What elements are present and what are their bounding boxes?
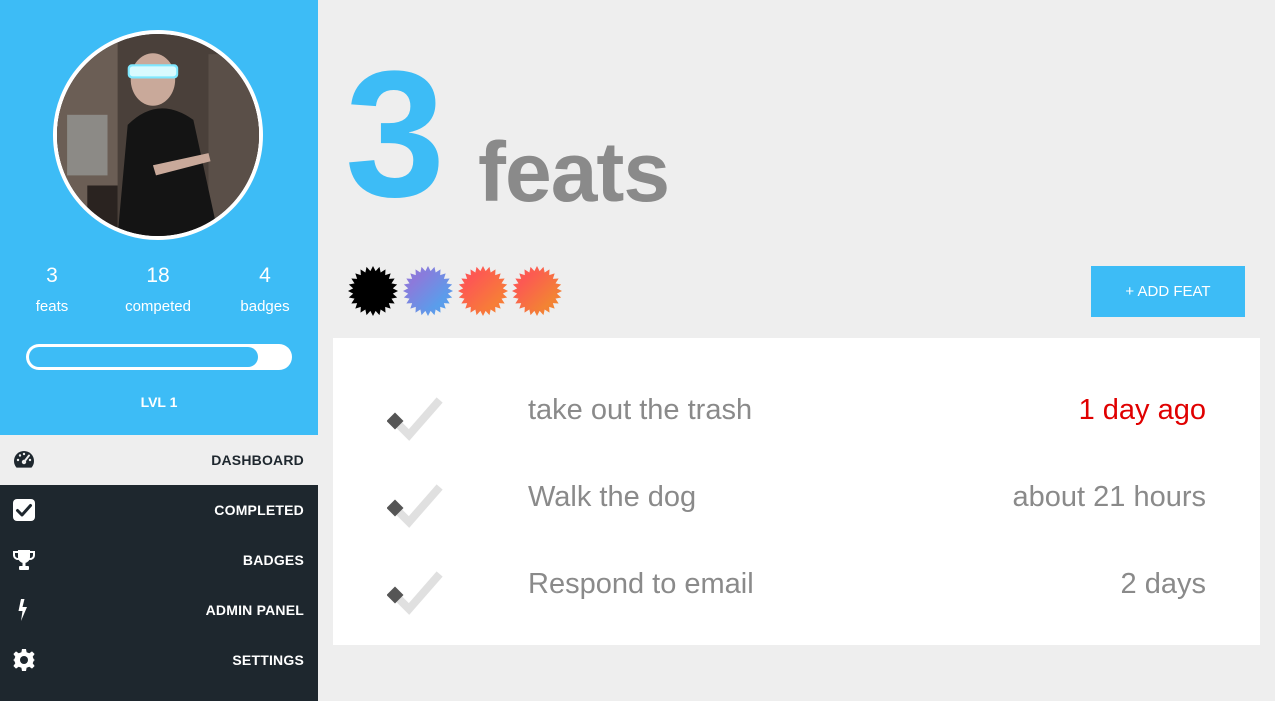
list-item: Walk the dog about 21 hours	[333, 454, 1260, 541]
nav-item-badges[interactable]: BADGES	[0, 535, 318, 585]
stat-value: 4	[259, 264, 271, 287]
list-item: take out the trash 1 day ago	[333, 367, 1260, 454]
stat-value: 3	[46, 264, 58, 287]
stat-label: feats	[35, 298, 69, 315]
badge-red-orange-icon[interactable]	[457, 265, 509, 317]
add-feat-button[interactable]: + ADD FEAT	[1091, 266, 1245, 317]
stat-competed: 18 competed	[103, 262, 213, 315]
nav-label: COMPLETED	[214, 502, 304, 518]
stat-badges: 4 badges	[210, 262, 320, 315]
profile-stats: 3 feats 18 competed 4 badges	[0, 262, 318, 332]
feat-time: about 21 hours	[1012, 481, 1206, 513]
checkbox-icon	[13, 499, 35, 521]
nav-item-dashboard[interactable]: DASHBOARD	[0, 435, 318, 485]
level-progress-fill	[29, 347, 258, 367]
badge-purple-blue-icon[interactable]	[402, 265, 454, 317]
gear-icon	[13, 649, 35, 671]
level-progress-bar	[26, 344, 292, 370]
trophy-icon	[12, 550, 36, 570]
feat-list: take out the trash 1 day ago Walk the do…	[333, 338, 1260, 645]
nav-label: ADMIN PANEL	[205, 602, 304, 618]
level-label: LVL 1	[140, 394, 178, 410]
sidebar-nav: DASHBOARD COMPLETED BADGES ADMIN PANEL S…	[0, 435, 318, 685]
checkmark-icon[interactable]	[387, 395, 443, 441]
feat-time: 2 days	[1120, 568, 1206, 600]
checkmark-icon[interactable]	[387, 569, 443, 615]
nav-item-completed[interactable]: COMPLETED	[0, 485, 318, 535]
avatar-photo	[57, 34, 259, 236]
badge-black-icon[interactable]	[347, 265, 399, 317]
nav-label: DASHBOARD	[211, 452, 304, 468]
dashboard-icon	[14, 451, 34, 468]
feat-time: 1 day ago	[1078, 394, 1206, 426]
stat-feats: 3 feats	[0, 262, 107, 315]
feat-title[interactable]: take out the trash	[528, 367, 752, 454]
checkmark-icon[interactable]	[387, 482, 443, 528]
bolt-icon	[18, 599, 27, 621]
nav-label: BADGES	[242, 552, 304, 568]
feat-count-word: feats	[478, 125, 670, 219]
nav-label: SETTINGS	[232, 652, 304, 668]
stat-value: 18	[146, 264, 170, 287]
stat-label: competed	[125, 298, 191, 315]
avatar[interactable]	[53, 30, 263, 240]
sidebar: 3 feats 18 competed 4 badges LVL 1 DASHB…	[0, 0, 318, 701]
feat-count: 3	[345, 34, 445, 235]
stat-label: badges	[240, 298, 290, 315]
feat-title[interactable]: Respond to email	[528, 541, 754, 628]
nav-item-admin-panel[interactable]: ADMIN PANEL	[0, 585, 318, 635]
profile-panel: 3 feats 18 competed 4 badges LVL 1	[0, 0, 318, 435]
feat-title[interactable]: Walk the dog	[528, 454, 696, 541]
nav-item-settings[interactable]: SETTINGS	[0, 635, 318, 685]
list-item: Respond to email 2 days	[333, 541, 1260, 628]
badge-red-orange-2-icon[interactable]	[511, 265, 563, 317]
